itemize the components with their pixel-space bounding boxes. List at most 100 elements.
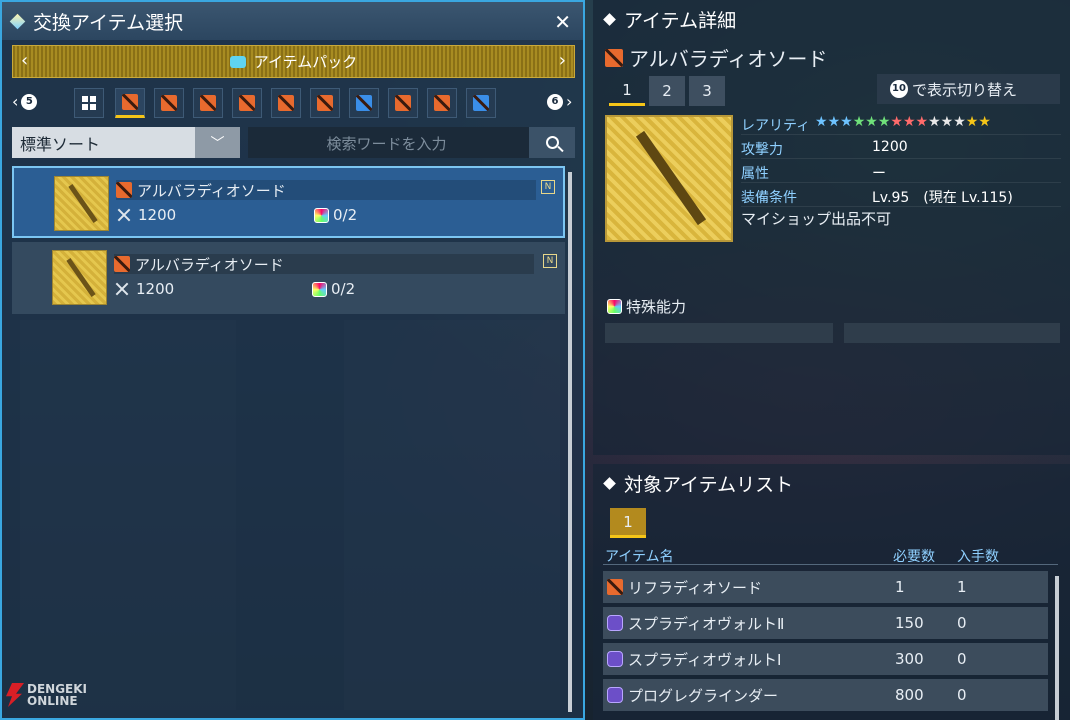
material-icon bbox=[607, 651, 623, 667]
item-slots-value: 0/2 bbox=[333, 206, 358, 224]
tab-3[interactable]: 3 bbox=[689, 76, 725, 106]
chevron-left-icon[interactable]: ‹ bbox=[21, 50, 28, 71]
slot-icon bbox=[312, 281, 327, 297]
lock-icon: N bbox=[543, 254, 557, 268]
sword-icon bbox=[116, 182, 132, 198]
item-pack-selector[interactable]: ‹ アイテムパック › bbox=[12, 45, 575, 78]
next-category-button[interactable]: 6 › bbox=[544, 92, 572, 111]
list-item[interactable]: アルバラディオソード 1200 0/2 N bbox=[12, 242, 565, 314]
shop-note: マイショップ出品不可 bbox=[741, 210, 892, 228]
category-knuckle[interactable] bbox=[310, 88, 340, 118]
column-obtained: 入手数 bbox=[957, 549, 999, 565]
prev-category-button[interactable]: ‹ 5 bbox=[12, 92, 40, 111]
item-image bbox=[605, 115, 733, 242]
row-required: 1 bbox=[895, 578, 905, 596]
rarity-label: レアリティ bbox=[741, 118, 811, 134]
table-row[interactable]: プログレグラインダー 800 0 bbox=[603, 679, 1048, 711]
title-diamond-icon bbox=[9, 13, 26, 29]
row-obtained: 0 bbox=[957, 686, 967, 704]
sort-search-row: 標準ソート ﹀ 検索ワードを入力 bbox=[12, 127, 575, 158]
list-scrollbar[interactable] bbox=[568, 172, 572, 712]
search-input[interactable]: 検索ワードを入力 bbox=[248, 127, 575, 158]
chevron-right-icon[interactable]: › bbox=[559, 50, 566, 71]
key-hint-icon: 5 bbox=[21, 93, 38, 110]
item-attack-value: 1200 bbox=[136, 280, 175, 298]
table-row[interactable]: リフラディオソード 1 1 bbox=[603, 571, 1048, 603]
sort-dropdown[interactable]: 標準ソート ﹀ bbox=[12, 127, 240, 158]
table-row[interactable]: スプラディオヴォルトⅠ 300 0 bbox=[603, 643, 1048, 675]
row-required: 800 bbox=[895, 686, 924, 704]
knuckle-icon bbox=[317, 95, 333, 111]
special-ability: 特殊能力 bbox=[607, 296, 686, 317]
slot-icon bbox=[314, 207, 329, 223]
sword-icon bbox=[122, 94, 138, 110]
sword-icon bbox=[607, 579, 623, 595]
attack-row: 攻撃力 1200 bbox=[741, 137, 1061, 159]
category-gunslash[interactable] bbox=[349, 88, 379, 118]
exchange-item-select-panel: 交換アイテム選択 ✕ ‹ アイテムパック › ‹ 5 6 › 標準ソート ﹀ 検索ワ… bbox=[0, 0, 585, 720]
list-scrollbar[interactable] bbox=[1055, 576, 1059, 720]
row-obtained: 1 bbox=[957, 578, 967, 596]
wired-lance-icon bbox=[161, 95, 177, 111]
dual-blade-icon bbox=[434, 95, 450, 111]
category-double-saber[interactable] bbox=[271, 88, 301, 118]
category-twin-dagger[interactable] bbox=[232, 88, 262, 118]
close-icon[interactable]: ✕ bbox=[554, 10, 571, 34]
tab-1[interactable]: 1 bbox=[609, 76, 645, 106]
category-dual-blade[interactable] bbox=[427, 88, 457, 118]
attack-icon bbox=[114, 281, 130, 297]
requirement-row: 装備条件 Lv.95 (現在 Lv.115) bbox=[741, 185, 1061, 207]
title-diamond-icon bbox=[603, 476, 616, 490]
category-all[interactable] bbox=[74, 88, 104, 118]
row-obtained: 0 bbox=[957, 650, 967, 668]
double-saber-icon bbox=[278, 95, 294, 111]
search-button[interactable] bbox=[529, 127, 575, 158]
key-hint-icon: 6 bbox=[547, 93, 563, 110]
chevron-right-icon: › bbox=[566, 92, 573, 111]
row-name: リフラディオソード bbox=[628, 578, 762, 597]
tab-page-1[interactable]: 1 bbox=[610, 508, 646, 538]
chevron-down-icon[interactable]: ﹀ bbox=[195, 127, 240, 158]
table-row[interactable]: スプラディオヴォルトⅡ 150 0 bbox=[603, 607, 1048, 639]
tab-2[interactable]: 2 bbox=[649, 76, 685, 106]
detail-tabs: 1 2 3 bbox=[609, 76, 725, 106]
row-obtained: 0 bbox=[957, 614, 967, 632]
special-ability-label: 特殊能力 bbox=[626, 298, 687, 316]
category-rifle[interactable] bbox=[466, 88, 496, 118]
item-name-text: アルバラディオソード bbox=[137, 181, 286, 200]
attack-value: 1200 bbox=[872, 139, 908, 155]
panel-titlebar: 交換アイテム選択 ✕ bbox=[2, 2, 583, 40]
category-katana[interactable] bbox=[388, 88, 418, 118]
title-diamond-icon bbox=[603, 12, 616, 26]
toggle-label: で表示切り替え bbox=[912, 80, 1018, 99]
attribute-row: 属性 ー bbox=[741, 161, 1061, 183]
item-slots: 0/2 bbox=[312, 280, 355, 298]
row-name: スプラディオヴォルトⅡ bbox=[628, 614, 785, 633]
lightning-logo-icon bbox=[6, 683, 24, 707]
requirement-label: 装備条件 bbox=[741, 190, 797, 206]
list-item[interactable]: アルバラディオソード 1200 0/2 N bbox=[12, 166, 565, 238]
panel-title: 交換アイテム選択 bbox=[33, 11, 184, 34]
item-name-text: アルバラディオソード bbox=[135, 255, 284, 274]
detail-item-name-text: アルバラディオソード bbox=[629, 47, 828, 71]
column-item-name: アイテム名 bbox=[605, 549, 674, 565]
watermark-line2: ONLINE bbox=[27, 694, 78, 708]
item-slots: 0/2 bbox=[314, 206, 357, 224]
katana-icon bbox=[395, 95, 411, 111]
search-placeholder: 検索ワードを入力 bbox=[326, 135, 447, 153]
sword-icon bbox=[605, 48, 623, 67]
target-item-list-panel: 対象アイテムリスト 1 アイテム名 必要数 入手数 リフラディオソード 1 1 … bbox=[593, 464, 1070, 720]
item-name: アルバラディオソード bbox=[116, 180, 536, 200]
item-pack-label: アイテムパック bbox=[253, 53, 358, 71]
attack-label: 攻撃力 bbox=[741, 142, 783, 158]
category-partizan[interactable] bbox=[193, 88, 223, 118]
category-wired-lance[interactable] bbox=[154, 88, 184, 118]
attack-icon bbox=[116, 207, 132, 223]
display-toggle-button[interactable]: 10 で表示切り替え bbox=[877, 74, 1060, 104]
category-sword[interactable] bbox=[115, 88, 145, 118]
row-required: 150 bbox=[895, 614, 924, 632]
material-icon bbox=[607, 687, 623, 703]
list-header: 対象アイテムリスト bbox=[593, 464, 1070, 502]
rarity-stars: ★ ★ ★ ★ ★ ★ ★ ★ ★ ★ ★ ★ ★ ★ bbox=[815, 114, 991, 130]
category-tabs: ‹ 5 6 › bbox=[12, 86, 575, 120]
